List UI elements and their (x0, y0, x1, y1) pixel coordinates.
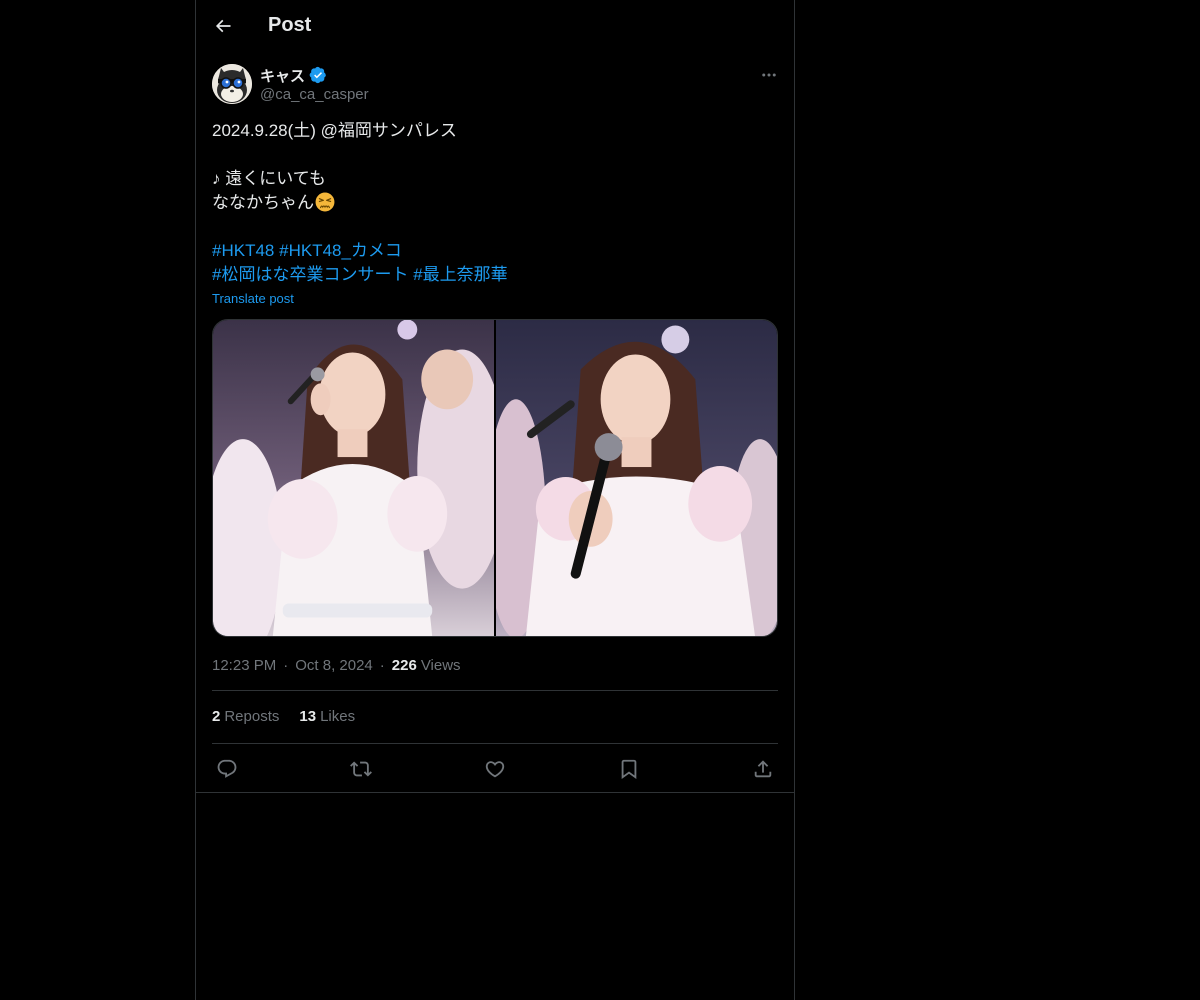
views-label: Views (420, 656, 461, 674)
photo-1-image (213, 320, 494, 636)
divider (212, 743, 778, 744)
likes-count: 13 (299, 708, 317, 725)
avatar[interactable] (212, 64, 252, 104)
tweet-line-2: ♪ 遠くにいても (212, 169, 326, 188)
engagement-stats: 2 Reposts 13 Likes (212, 708, 355, 728)
likes-stat[interactable]: 13 Likes (299, 708, 355, 728)
reply-button[interactable] (212, 756, 242, 782)
back-button[interactable] (206, 9, 240, 43)
more-options-button[interactable] (758, 64, 780, 86)
hashtag-row-1: #HKT48 #HKT48_カメコ (212, 239, 778, 263)
back-arrow-icon (215, 19, 231, 33)
reposts-stat[interactable]: 2 Reposts (212, 708, 279, 728)
hashtag-link[interactable]: #松岡はな卒業コンサート (212, 265, 408, 284)
photo-1[interactable] (213, 320, 494, 636)
share-icon (754, 760, 772, 778)
verified-badge-icon (309, 66, 326, 84)
top-bar: Post (196, 0, 794, 53)
author-display-name[interactable]: キャス (260, 65, 305, 86)
tweet-text: 2024.9.28(土) @福岡サンパレス ♪ 遠くにいても ななかちゃん #H… (212, 119, 778, 287)
hashtag-link[interactable]: #HKT48_カメコ (279, 241, 402, 260)
post-time[interactable]: 12:23 PM (212, 657, 276, 674)
likes-label: Likes (320, 708, 356, 725)
author-handle[interactable]: @ca_ca_casper (260, 86, 369, 103)
translate-post-link[interactable]: Translate post (212, 291, 294, 306)
action-bar (212, 756, 778, 782)
persevering-face-emoji (315, 192, 335, 212)
reposts-label: Reposts (224, 708, 280, 725)
photo-2[interactable] (496, 320, 777, 636)
separator-dot: · (379, 656, 385, 674)
divider (212, 690, 778, 691)
hashtag-link[interactable]: #HKT48 (212, 241, 274, 260)
bookmark-button[interactable] (614, 756, 644, 782)
repost-icon (350, 761, 372, 777)
more-icon (762, 73, 776, 77)
tweet-line-1: 2024.9.28(土) @福岡サンパレス (212, 121, 457, 140)
views-count: 226 (391, 656, 417, 674)
media-grid (212, 319, 778, 637)
avatar-image (212, 64, 252, 104)
reply-icon (217, 759, 237, 778)
bookmark-icon (621, 759, 637, 780)
like-icon (485, 761, 505, 778)
reposts-count: 2 (212, 708, 221, 725)
tweet-line-3-text: ななかちゃん (212, 193, 314, 212)
photo-2-image (496, 320, 777, 636)
hashtag-row-2: #松岡はな卒業コンサート #最上奈那華 (212, 263, 778, 287)
post-column: Post キャス @ca_ca_casper 2024.9.28(土) @福岡サ… (195, 0, 795, 1000)
divider (196, 792, 794, 793)
post-date[interactable]: Oct 8, 2024 (295, 657, 373, 674)
hashtag-link[interactable]: #最上奈那華 (413, 265, 507, 284)
separator-dot: · (283, 656, 289, 674)
share-button[interactable] (748, 756, 778, 782)
like-button[interactable] (480, 756, 510, 782)
page-title: Post (268, 14, 312, 36)
post-metadata: 12:23 PM · Oct 8, 2024 · 226 Views (212, 655, 461, 675)
author-name-row: キャス (260, 65, 327, 85)
repost-button[interactable] (346, 756, 376, 782)
tweet-line-3: ななかちゃん (212, 191, 778, 215)
